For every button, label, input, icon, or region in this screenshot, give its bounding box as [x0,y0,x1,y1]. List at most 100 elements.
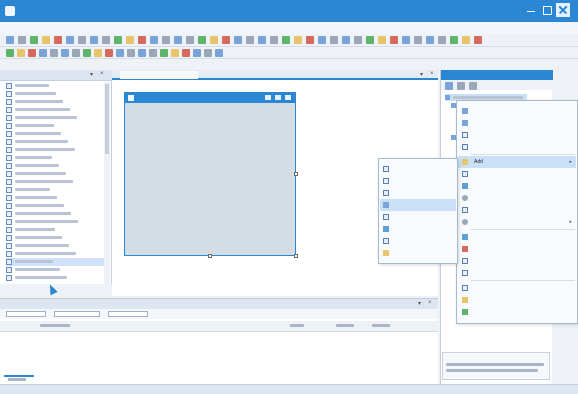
toolbar-button-icon[interactable] [222,36,230,44]
toolbar-button-icon[interactable] [330,36,338,44]
collapse-all-icon[interactable] [469,82,477,90]
toolbar-button-icon[interactable] [6,36,14,44]
layout-toolbar-button-icon[interactable] [215,49,223,57]
toolbar-button-icon[interactable] [126,36,134,44]
toolbar-button-icon[interactable] [378,36,386,44]
resize-handle[interactable] [208,254,212,258]
toolbox-item[interactable] [6,266,104,274]
toolbar-button-icon[interactable] [246,36,254,44]
close-icon[interactable]: × [430,71,434,77]
toolbar-button-icon[interactable] [54,36,62,44]
toolbox-item[interactable] [6,114,104,122]
layout-toolbar-button-icon[interactable] [83,49,91,57]
add-submenu-item[interactable] [380,235,456,247]
context-menu-item[interactable] [458,282,576,294]
toolbox-item[interactable] [6,226,104,234]
toolbar-button-icon[interactable] [270,36,278,44]
toolbar-button-icon[interactable] [342,36,350,44]
toolbar-button-icon[interactable] [114,36,122,44]
errors-filter-button[interactable] [6,311,46,317]
context-menu-item[interactable] [458,243,576,255]
toolbox-item[interactable] [6,130,104,138]
context-menu-item[interactable] [458,267,576,279]
toolbar-button-icon[interactable] [42,36,50,44]
toolbar-button-icon[interactable] [30,36,38,44]
layout-toolbar-button-icon[interactable] [149,49,157,57]
designer-form[interactable] [124,92,296,256]
toolbar-button-icon[interactable] [426,36,434,44]
context-menu-item[interactable] [458,192,576,204]
context-menu-item[interactable]: ▸ [458,216,576,228]
toolbar-button-icon[interactable] [438,36,446,44]
toolbox-item[interactable] [6,170,104,178]
toolbar-button-icon[interactable] [462,36,470,44]
layout-toolbar-button-icon[interactable] [116,49,124,57]
layout-toolbar-button-icon[interactable] [50,49,58,57]
refresh-icon[interactable] [457,82,465,90]
toolbar-button-icon[interactable] [186,36,194,44]
context-menu-item[interactable] [458,117,576,129]
toolbar-button-icon[interactable] [414,36,422,44]
toolbox-scrollbar[interactable] [104,82,110,286]
context-menu-item[interactable] [458,231,576,243]
toolbox-item[interactable] [6,90,104,98]
add-submenu-item[interactable] [380,247,456,259]
toolbar-button-icon[interactable] [474,36,482,44]
context-menu-item[interactable] [458,294,576,306]
toolbar-button-icon[interactable] [282,36,290,44]
toolbox-item[interactable] [6,194,104,202]
toolbar-button-icon[interactable] [318,36,326,44]
context-menu-item[interactable] [458,105,576,117]
layout-toolbar-button-icon[interactable] [17,49,25,57]
layout-toolbar-button-icon[interactable] [160,49,168,57]
messages-filter-button[interactable] [108,311,148,317]
toolbar-button-icon[interactable] [306,36,314,44]
add-submenu-item[interactable] [380,187,456,199]
toolbar-button-icon[interactable] [18,36,26,44]
toolbar-button-icon[interactable] [402,36,410,44]
add-submenu-item[interactable] [380,211,456,223]
close-icon[interactable]: × [428,300,432,306]
minimize-button[interactable] [524,3,538,17]
toolbar-button-icon[interactable] [258,36,266,44]
layout-toolbar-button-icon[interactable] [182,49,190,57]
context-menu-item[interactable] [458,204,576,216]
layout-toolbar-button-icon[interactable] [72,49,80,57]
toolbox-item[interactable] [6,98,104,106]
toolbar-button-icon[interactable] [174,36,182,44]
layout-toolbar-button-icon[interactable] [61,49,69,57]
toolbox-item[interactable] [6,242,104,250]
tab-start-page[interactable] [202,71,242,79]
context-menu-item[interactable] [458,141,576,153]
toolbar-button-icon[interactable] [102,36,110,44]
home-icon[interactable] [445,82,453,90]
layout-toolbar-button-icon[interactable] [6,49,14,57]
context-menu-item[interactable] [458,306,576,318]
toolbox-item[interactable] [6,82,104,90]
toolbox-item[interactable] [6,154,104,162]
toolbar-button-icon[interactable] [90,36,98,44]
toolbar-button-icon[interactable] [390,36,398,44]
toolbar-button-icon[interactable] [198,36,206,44]
add-submenu-item[interactable] [380,199,456,211]
maximize-button[interactable] [540,3,554,17]
pin-icon[interactable]: ▾ [90,71,93,78]
toolbar-button-icon[interactable] [294,36,302,44]
toolbox-item[interactable] [6,162,104,170]
toolbox-item[interactable] [6,178,104,186]
context-menu-item[interactable] [458,168,576,180]
layout-toolbar-button-icon[interactable] [127,49,135,57]
toolbar-button-icon[interactable] [66,36,74,44]
layout-toolbar-button-icon[interactable] [171,49,179,57]
toolbox-item[interactable] [6,250,104,258]
pin-icon[interactable]: ▾ [418,300,421,307]
layout-toolbar-button-icon[interactable] [94,49,102,57]
layout-toolbar-button-icon[interactable] [193,49,201,57]
toolbox-item[interactable] [6,106,104,114]
layout-toolbar-button-icon[interactable] [204,49,212,57]
toolbox-item[interactable] [6,274,104,282]
resize-handle[interactable] [294,172,298,176]
toolbar-button-icon[interactable] [366,36,374,44]
add-submenu-item[interactable] [380,163,456,175]
add-submenu-item[interactable] [380,223,456,235]
